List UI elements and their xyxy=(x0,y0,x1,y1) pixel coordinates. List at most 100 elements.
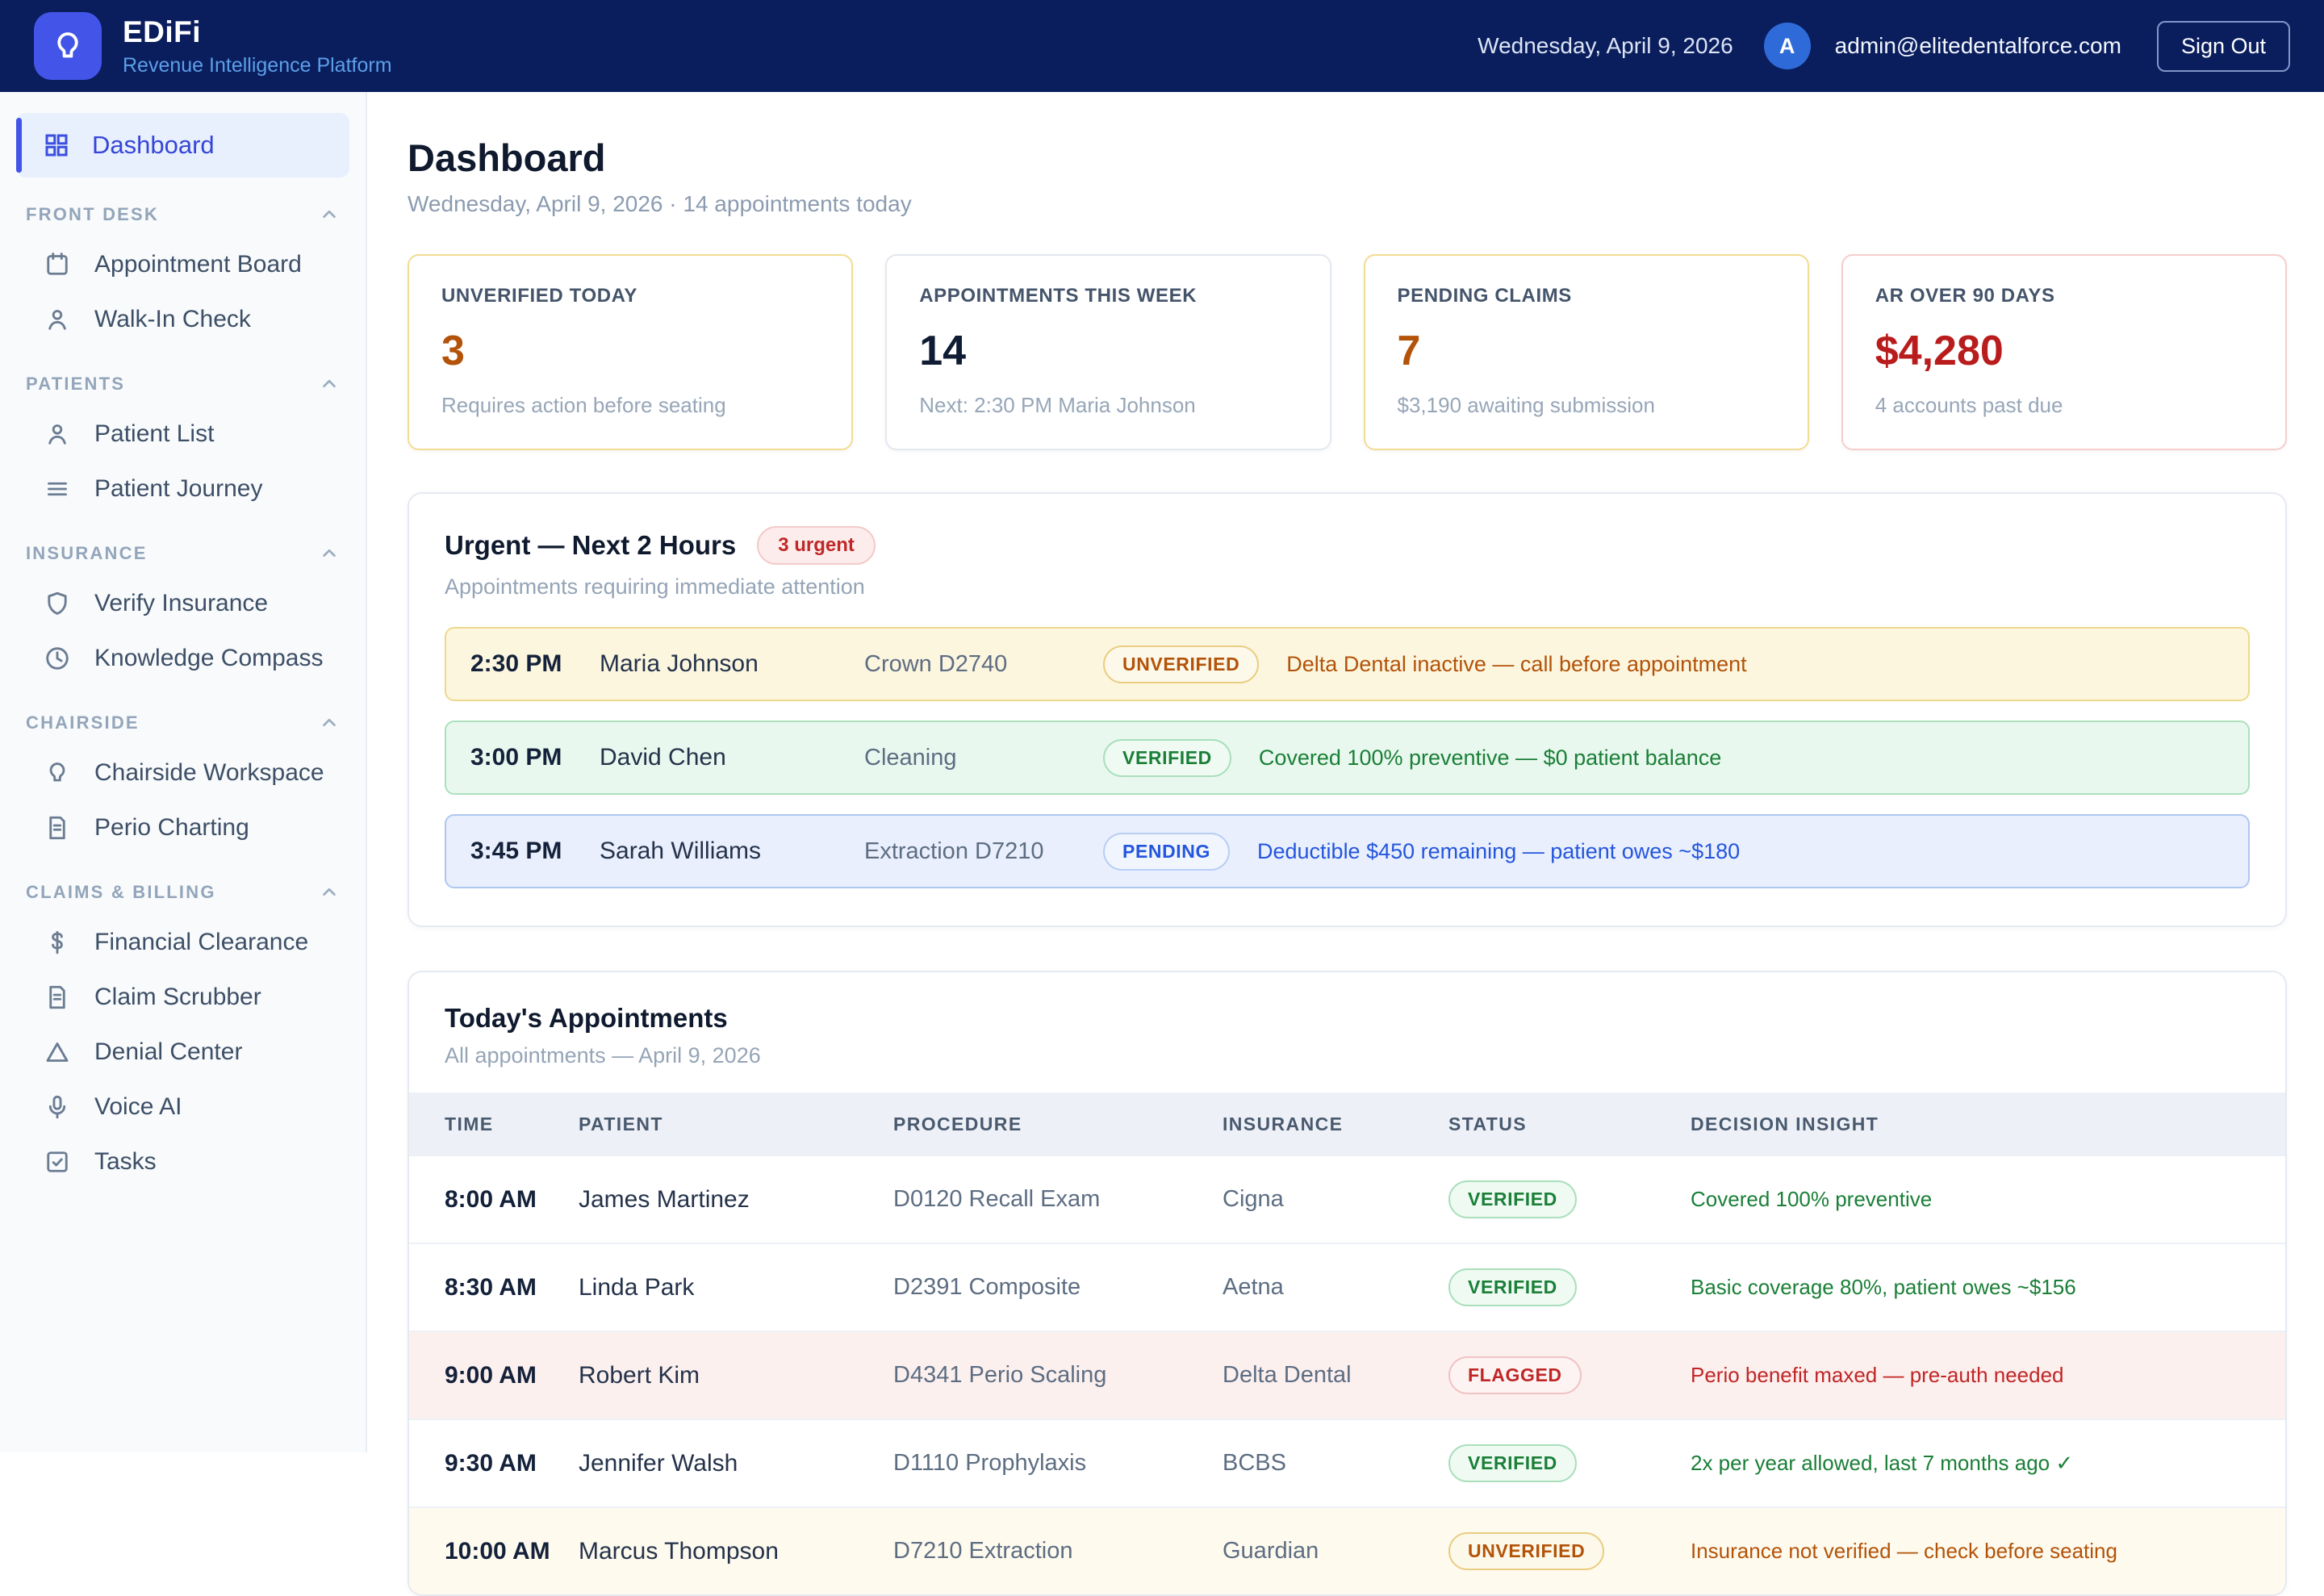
col-status: STATUS xyxy=(1448,1093,1691,1156)
sidebar-item-voice-ai[interactable]: Voice AI xyxy=(0,1080,366,1134)
sidebar-item-dashboard[interactable]: Dashboard xyxy=(16,113,349,178)
status-badge: VERIFIED xyxy=(1448,1180,1577,1218)
main-content: Dashboard Wednesday, April 9, 2026 · 14 … xyxy=(367,92,2324,1452)
table-row[interactable]: 8:00 AM James Martinez D0120 Recall Exam… xyxy=(409,1156,2285,1243)
decision-insight: 2x per year allowed, last 7 months ago ✓ xyxy=(1691,1451,2073,1475)
chevron-up-icon xyxy=(319,374,340,395)
status-badge: FLAGGED xyxy=(1448,1356,1582,1394)
appointments-title: Today's Appointments xyxy=(445,1003,2250,1034)
stat-value: 7 xyxy=(1398,327,1775,375)
sidebar-section-patients[interactable]: PATIENTS xyxy=(0,361,366,407)
sidebar-section-insurance[interactable]: INSURANCE xyxy=(0,531,366,576)
calendar-icon xyxy=(43,250,72,279)
status-badge: UNVERIFIED xyxy=(1103,646,1259,683)
clock-icon xyxy=(43,644,72,673)
brand-tagline: Revenue Intelligence Platform xyxy=(123,54,392,77)
page-subtitle: Wednesday, April 9, 2026 · 14 appointmen… xyxy=(408,191,2287,217)
sign-out-button[interactable]: Sign Out xyxy=(2157,21,2290,72)
triangle-icon xyxy=(43,1038,72,1067)
sidebar-section-chairside[interactable]: CHAIRSIDE xyxy=(0,700,366,746)
status-badge: PENDING xyxy=(1103,833,1230,871)
decision-insight: Basic coverage 80%, patient owes ~$156 xyxy=(1691,1275,2076,1299)
sidebar-item-walk-in-check[interactable]: Walk-In Check xyxy=(0,292,366,347)
brand-name: EDiFi xyxy=(123,15,392,49)
chevron-up-icon xyxy=(319,204,340,225)
stat-value: 14 xyxy=(919,327,1297,375)
decision-insight: Covered 100% preventive xyxy=(1691,1187,1932,1211)
status-badge: UNVERIFIED xyxy=(1448,1532,1604,1570)
decision-insight: Insurance not verified — check before se… xyxy=(1691,1539,2117,1563)
col-procedure: PROCEDURE xyxy=(893,1093,1223,1156)
urgent-title: Urgent — Next 2 Hours xyxy=(445,530,736,561)
user-icon xyxy=(43,305,72,334)
document-icon xyxy=(43,983,72,1012)
urgent-row[interactable]: 3:00 PM David Chen Cleaning VERIFIED Cov… xyxy=(445,721,2250,795)
stat-value: 3 xyxy=(441,327,819,375)
sidebar-item-patient-list[interactable]: Patient List xyxy=(0,407,366,462)
stat-cards: UNVERIFIED TODAY 3 Requires action befor… xyxy=(408,254,2287,450)
dashboard-grid-icon xyxy=(42,131,71,160)
chevron-up-icon xyxy=(319,712,340,733)
table-row[interactable]: 10:00 AM Marcus Thompson D7210 Extractio… xyxy=(409,1507,2285,1594)
sidebar-item-label: Dashboard xyxy=(92,131,215,160)
sidebar-item-financial-clearance[interactable]: Financial Clearance xyxy=(0,915,366,970)
appointments-section: Today's Appointments All appointments — … xyxy=(408,971,2287,1596)
dollar-icon xyxy=(43,928,72,957)
decision-insight: Covered 100% preventive — $0 patient bal… xyxy=(1259,746,1721,771)
page-title: Dashboard xyxy=(408,136,2287,180)
sidebar-item-knowledge-compass[interactable]: Knowledge Compass xyxy=(0,631,366,686)
stat-card-ar-over-90: AR OVER 90 DAYS $4,280 4 accounts past d… xyxy=(1841,254,2287,450)
sidebar-section-front-desk[interactable]: FRONT DESK xyxy=(0,192,366,237)
stat-value: $4,280 xyxy=(1875,327,2253,375)
user-icon xyxy=(43,420,72,449)
decision-insight: Perio benefit maxed — pre-auth needed xyxy=(1691,1363,2064,1387)
sidebar: Dashboard FRONT DESK Appointment Board W… xyxy=(0,92,367,1452)
document-icon xyxy=(43,813,72,842)
urgent-subtitle: Appointments requiring immediate attenti… xyxy=(445,574,2250,600)
decision-insight: Deductible $450 remaining — patient owes… xyxy=(1257,839,1740,864)
app-header: EDiFi Revenue Intelligence Platform Wedn… xyxy=(0,0,2324,92)
stat-card-pending-claims: PENDING CLAIMS 7 $3,190 awaiting submiss… xyxy=(1364,254,1809,450)
chevron-up-icon xyxy=(319,543,340,564)
table-row[interactable]: 9:00 AM Robert Kim D4341 Perio Scaling D… xyxy=(409,1331,2285,1419)
urgent-count-badge: 3 urgent xyxy=(757,526,876,565)
appointments-table: TIME PATIENT PROCEDURE INSURANCE STATUS … xyxy=(409,1093,2285,1594)
sidebar-item-perio-charting[interactable]: Perio Charting xyxy=(0,800,366,855)
stat-card-appointments-week: APPOINTMENTS THIS WEEK 14 Next: 2:30 PM … xyxy=(885,254,1331,450)
col-decision-insight: DECISION INSIGHT xyxy=(1691,1093,2285,1156)
microphone-icon xyxy=(43,1093,72,1122)
sidebar-item-tasks[interactable]: Tasks xyxy=(0,1134,366,1189)
sidebar-item-denial-center[interactable]: Denial Center xyxy=(0,1025,366,1080)
lightbulb-icon xyxy=(43,758,72,788)
urgent-row[interactable]: 3:45 PM Sarah Williams Extraction D7210 … xyxy=(445,814,2250,888)
avatar[interactable]: A xyxy=(1764,23,1811,69)
col-patient: PATIENT xyxy=(579,1093,893,1156)
appointments-subtitle: All appointments — April 9, 2026 xyxy=(445,1043,2250,1068)
stat-card-unverified-today: UNVERIFIED TODAY 3 Requires action befor… xyxy=(408,254,853,450)
table-row[interactable]: 9:30 AM Jennifer Walsh D1110 Prophylaxis… xyxy=(409,1419,2285,1507)
header-date: Wednesday, April 9, 2026 xyxy=(1478,33,1733,59)
sidebar-item-verify-insurance[interactable]: Verify Insurance xyxy=(0,576,366,631)
sidebar-item-appointment-board[interactable]: Appointment Board xyxy=(0,237,366,292)
status-badge: VERIFIED xyxy=(1448,1444,1577,1482)
brand: EDiFi Revenue Intelligence Platform xyxy=(34,12,392,80)
table-header-row: TIME PATIENT PROCEDURE INSURANCE STATUS … xyxy=(409,1093,2285,1156)
sidebar-item-patient-journey[interactable]: Patient Journey xyxy=(0,462,366,516)
sidebar-item-claim-scrubber[interactable]: Claim Scrubber xyxy=(0,970,366,1025)
table-row[interactable]: 8:30 AM Linda Park D2391 Composite Aetna… xyxy=(409,1243,2285,1331)
list-lines-icon xyxy=(43,474,72,503)
app-logo xyxy=(34,12,102,80)
shield-icon xyxy=(43,589,72,618)
check-square-icon xyxy=(43,1147,72,1176)
status-badge: VERIFIED xyxy=(1103,739,1231,777)
sidebar-section-claims-billing[interactable]: CLAIMS & BILLING xyxy=(0,870,366,915)
sidebar-item-chairside-workspace[interactable]: Chairside Workspace xyxy=(0,746,366,800)
col-time: TIME xyxy=(409,1093,579,1156)
decision-insight: Delta Dental inactive — call before appo… xyxy=(1286,652,1746,677)
urgent-row[interactable]: 2:30 PM Maria Johnson Crown D2740 UNVERI… xyxy=(445,627,2250,701)
lightbulb-icon xyxy=(49,27,86,65)
col-insurance: INSURANCE xyxy=(1223,1093,1448,1156)
urgent-section: Urgent — Next 2 Hours 3 urgent Appointme… xyxy=(408,492,2287,927)
chevron-up-icon xyxy=(319,882,340,903)
status-badge: VERIFIED xyxy=(1448,1268,1577,1306)
